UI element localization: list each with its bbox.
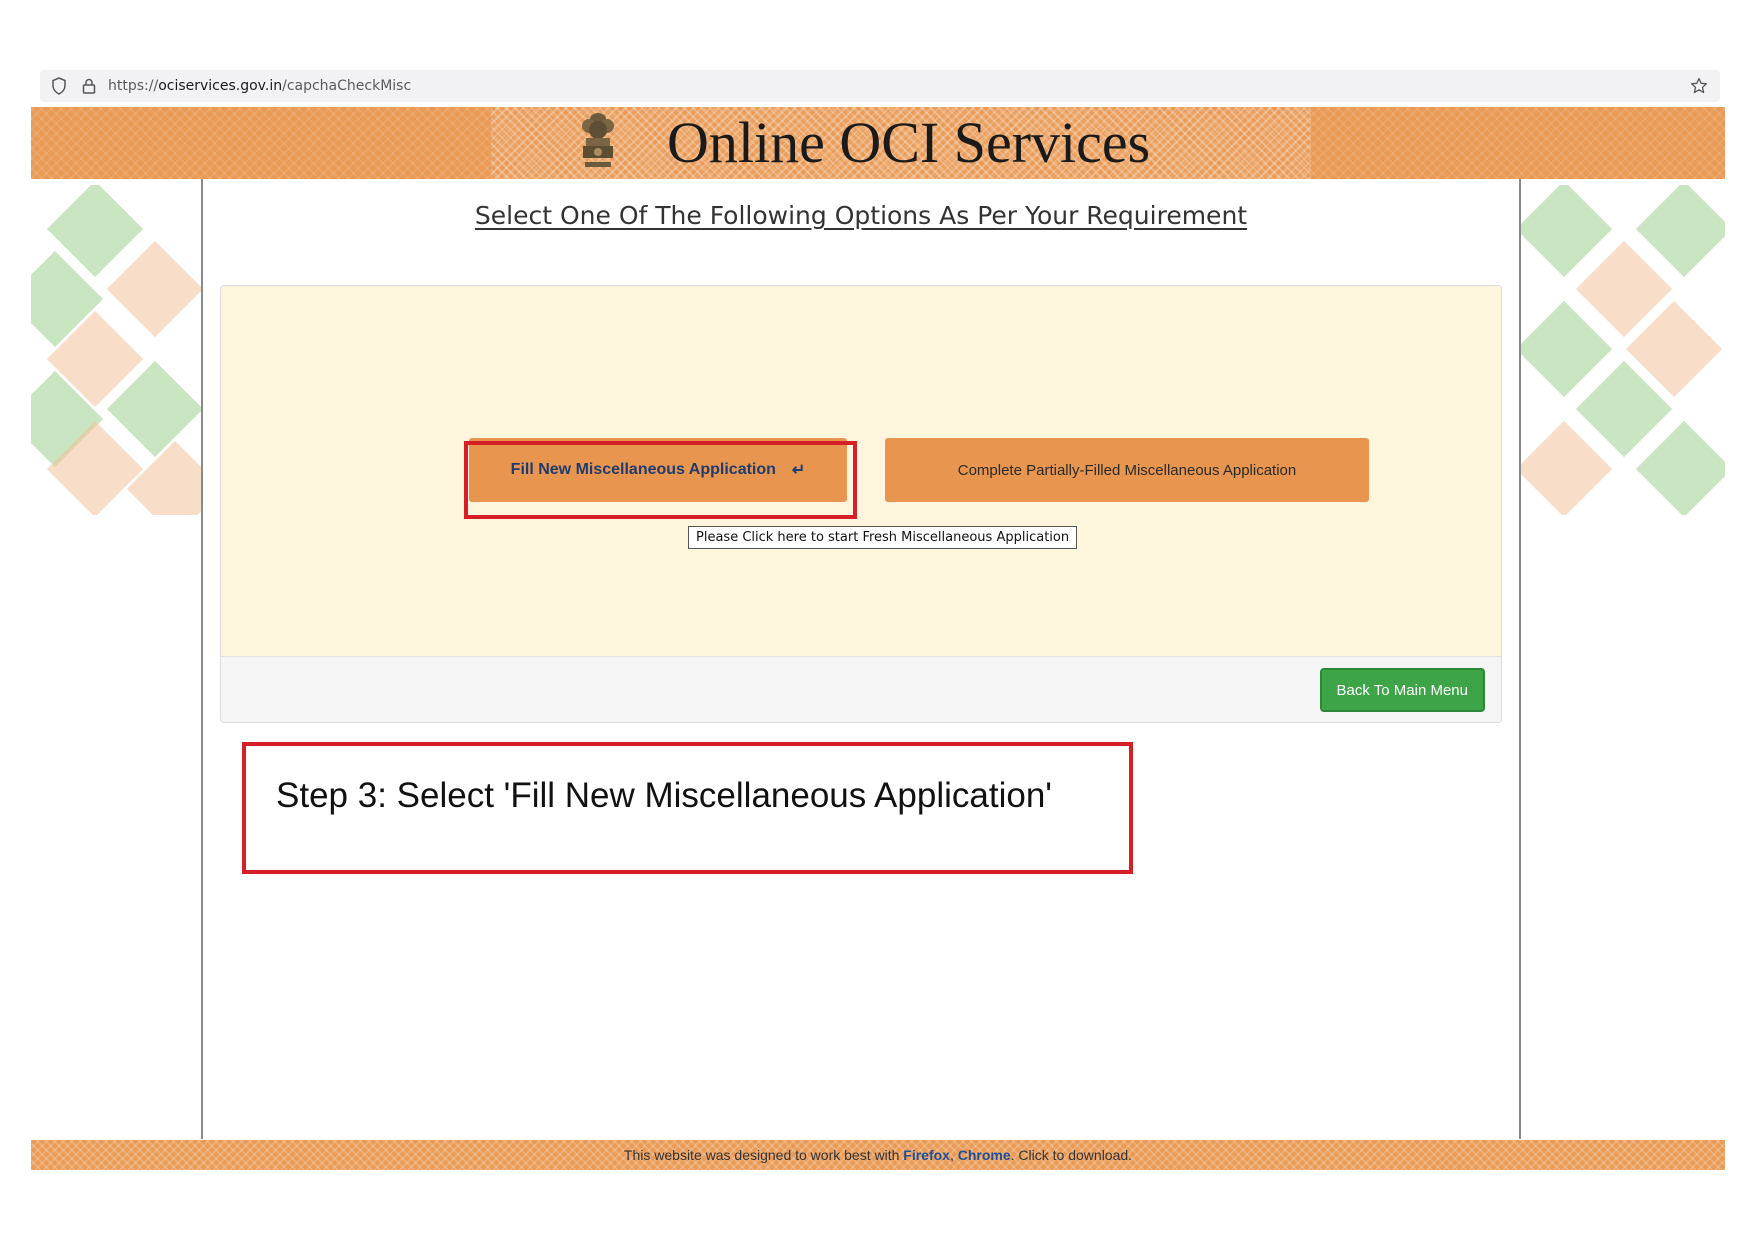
step-annotation-text: Step 3: Select 'Fill New Miscellaneous A… bbox=[276, 776, 1052, 815]
url-path: /capchaCheckMisc bbox=[282, 78, 412, 94]
footer-text-end: . Click to download. bbox=[1010, 1147, 1133, 1163]
browser-url-bar[interactable]: https://ociservices.gov.in/capchaCheckMi… bbox=[40, 70, 1720, 102]
highlight-box bbox=[464, 441, 857, 519]
url-text[interactable]: https://ociservices.gov.in/capchaCheckMi… bbox=[108, 78, 411, 94]
options-card-body: Fill New Miscellaneous Application ↵ Com… bbox=[221, 286, 1501, 656]
tooltip: Please Click here to start Fresh Miscell… bbox=[688, 526, 1078, 549]
page-heading: Select One Of The Following Options As P… bbox=[474, 201, 1248, 230]
firefox-link[interactable]: Firefox bbox=[903, 1147, 950, 1163]
complete-partial-application-button[interactable]: Complete Partially-Filled Miscellaneous … bbox=[885, 438, 1369, 502]
url-scheme: https:// bbox=[108, 78, 159, 94]
star-icon[interactable] bbox=[1690, 77, 1708, 95]
options-card: Fill New Miscellaneous Application ↵ Com… bbox=[220, 285, 1502, 723]
left-decoration bbox=[31, 185, 201, 515]
banner-title: Online OCI Services bbox=[667, 110, 1151, 175]
main-panel: Select One Of The Following Options As P… bbox=[201, 179, 1521, 1139]
url-host: ociservices.gov.in bbox=[158, 78, 283, 94]
emblem-icon bbox=[577, 110, 619, 176]
back-to-main-menu-button[interactable]: Back To Main Menu bbox=[1319, 668, 1485, 712]
lock-icon bbox=[80, 77, 98, 95]
site-footer: This website was designed to work best w… bbox=[31, 1140, 1725, 1170]
footer-text: This website was designed to work best w… bbox=[623, 1147, 904, 1163]
footer-separator: , bbox=[949, 1147, 958, 1163]
chrome-link[interactable]: Chrome bbox=[958, 1147, 1011, 1163]
site-banner: Online OCI Services bbox=[31, 107, 1725, 179]
options-card-footer: Back To Main Menu bbox=[221, 656, 1501, 722]
shield-icon[interactable] bbox=[50, 77, 68, 95]
right-decoration bbox=[1520, 185, 1725, 515]
step-annotation-box: Step 3: Select 'Fill New Miscellaneous A… bbox=[242, 742, 1133, 874]
